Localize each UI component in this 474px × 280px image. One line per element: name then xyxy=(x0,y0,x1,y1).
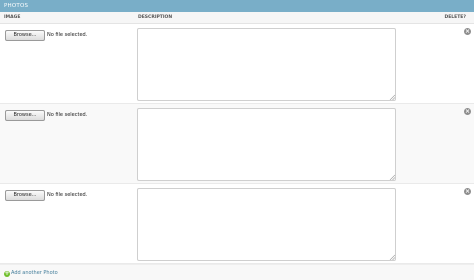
file-status-text: No file selected. xyxy=(47,192,88,198)
add-another-label: Add another Photo xyxy=(11,270,58,276)
add-icon: + xyxy=(4,270,10,277)
description-textarea[interactable] xyxy=(137,188,396,261)
table-row: Browse... No file selected. × xyxy=(0,24,474,104)
description-textarea[interactable] xyxy=(137,28,396,101)
browse-button[interactable]: Browse... xyxy=(5,190,45,201)
delete-icon[interactable]: × xyxy=(464,108,471,115)
description-textarea[interactable] xyxy=(137,108,396,181)
photos-inline-panel: PHOTOS IMAGE DESCRIPTION DELETE? Browse.… xyxy=(0,0,474,280)
delete-icon[interactable]: × xyxy=(464,188,471,195)
table-row: Browse... No file selected. × xyxy=(0,184,474,264)
section-caption: PHOTOS xyxy=(0,0,474,12)
resize-grip-icon[interactable] xyxy=(389,254,395,260)
column-header-image: IMAGE xyxy=(4,15,21,20)
file-status-text: No file selected. xyxy=(47,32,88,38)
add-another-photo-link[interactable]: +Add another Photo xyxy=(4,269,58,277)
column-header-description: DESCRIPTION xyxy=(138,15,173,20)
delete-icon[interactable]: × xyxy=(464,28,471,35)
table-header: IMAGE DESCRIPTION DELETE? xyxy=(0,12,474,24)
browse-button[interactable]: Browse... xyxy=(5,110,45,121)
resize-grip-icon[interactable] xyxy=(389,94,395,100)
table-row: Browse... No file selected. × xyxy=(0,104,474,184)
browse-button[interactable]: Browse... xyxy=(5,30,45,41)
resize-grip-icon[interactable] xyxy=(389,174,395,180)
column-header-delete: DELETE? xyxy=(444,15,466,20)
add-row-bar: +Add another Photo xyxy=(0,264,474,280)
file-status-text: No file selected. xyxy=(47,112,88,118)
